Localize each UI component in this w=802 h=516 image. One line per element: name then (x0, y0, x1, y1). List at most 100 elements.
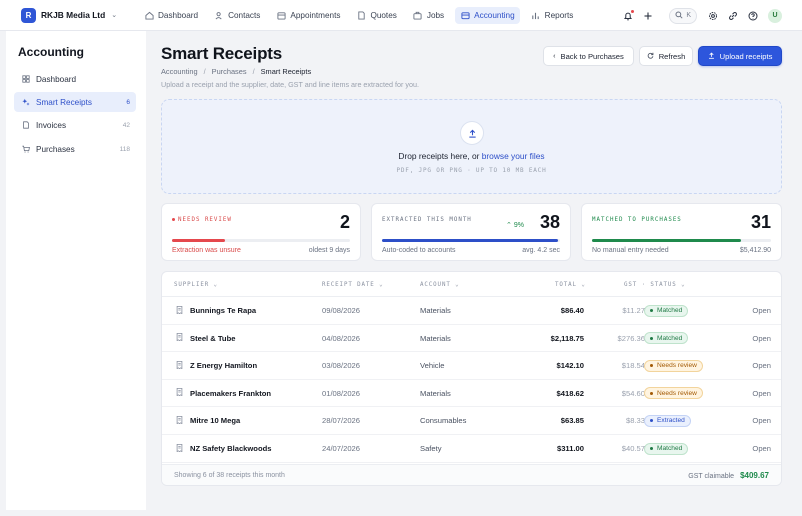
header-separator: · (641, 282, 646, 288)
sidebar-title: Accounting (18, 45, 84, 59)
column-header-supplier[interactable]: SUPPLIER ⌄ (174, 282, 218, 288)
cell-total: $311.00 (556, 444, 584, 453)
cell-date: 24/07/2026 (322, 444, 361, 453)
status-badge: Matched (644, 304, 689, 317)
stat-progress-fill (382, 239, 559, 242)
supplier-name[interactable]: Bunnings Te Rapa (190, 306, 256, 315)
notifications-bell-icon[interactable] (621, 9, 635, 23)
settings-gear-icon[interactable] (706, 9, 720, 23)
status-label: Matched (657, 445, 683, 452)
nav-label: Appointments (290, 10, 341, 20)
sidebar-item-purchases[interactable]: Purchases 118 (14, 139, 136, 159)
help-icon[interactable] (746, 9, 760, 23)
button-label: Upload receipts (719, 51, 773, 61)
gst-claimable-value: $409.67 (740, 471, 769, 480)
table-row[interactable]: Placemakers Frankton 01/08/2026 Materials $… (162, 380, 781, 408)
table-row[interactable]: NZ Safety Blackwoods 24/07/2026 Safety $311… (162, 435, 781, 463)
breadcrumb-accounting[interactable]: Accounting (161, 67, 198, 76)
refresh-button[interactable]: Refresh (639, 46, 693, 66)
breadcrumb: Accounting / Purchases / Smart Receipts (161, 67, 311, 76)
sort-icon: ⌄ (681, 282, 686, 288)
status-badge: Needs review (644, 359, 703, 372)
open-receipt-link[interactable]: Open (722, 380, 771, 407)
cell-supplier: NZ Safety Blackwoods (176, 435, 316, 462)
open-receipt-link[interactable]: Open (722, 325, 771, 352)
link-icon[interactable] (726, 9, 740, 23)
browse-files-link[interactable]: browse your files (482, 151, 545, 161)
stat-progress-fill (592, 239, 741, 242)
cell-total: $86.40 (560, 306, 584, 315)
chevron-down-icon: ⌄ (111, 12, 118, 19)
stat-value: 31 (750, 212, 771, 232)
sort-icon: ⌄ (213, 282, 218, 288)
plus-icon[interactable] (641, 9, 655, 23)
stat-meta: $5,412.90 (739, 247, 771, 254)
org-switcher[interactable]: R RKJB Media Ltd ⌄ (21, 7, 139, 23)
nav-quotes[interactable]: Quotes (351, 7, 401, 24)
stat-meta: avg. 4.2 sec (522, 247, 560, 254)
sidebar-item-invoices[interactable]: Invoices 42 (14, 115, 136, 135)
breadcrumb-purchases[interactable]: Purchases (212, 67, 247, 76)
upload-receipts-button[interactable]: Upload receipts (698, 46, 782, 66)
sidebar-item-smart-receipts[interactable]: Smart Receipts 6 (14, 92, 136, 112)
status-dot-icon (172, 218, 175, 221)
user-avatar[interactable]: U (768, 8, 782, 23)
nav-accounting[interactable]: Accounting (455, 6, 520, 24)
nav-jobs[interactable]: Jobs (408, 7, 449, 24)
stat-progress-fill (172, 239, 226, 242)
nav-label: Quotes (370, 10, 397, 20)
open-receipt-link[interactable]: Open (722, 435, 771, 462)
nav-appointments[interactable]: Appointments (271, 7, 345, 24)
sparkle-icon (21, 98, 31, 106)
sidebar-item-label: Smart Receipts (36, 97, 92, 107)
stat-progress-track (592, 239, 771, 242)
nav-dashboard[interactable]: Dashboard (139, 7, 203, 24)
cell-date: 09/08/2026 (322, 306, 361, 315)
nav-contacts[interactable]: Contacts (209, 7, 265, 24)
org-logo: R (21, 7, 36, 23)
open-receipt-link[interactable]: Open (722, 297, 771, 324)
grid-icon (21, 75, 31, 83)
sidebar: Accounting Dashboard Smart Receipts 6 In… (6, 31, 146, 510)
nav-reports[interactable]: Reports (526, 7, 579, 24)
trend-up-icon: ⌃ (506, 222, 512, 229)
nav-label: Reports (544, 10, 574, 20)
sidebar-item-label: Purchases (36, 144, 75, 154)
open-receipt-link[interactable]: Open (722, 352, 771, 379)
stat-delta-value: 9% (513, 222, 524, 229)
cell-account: Vehicle (420, 361, 445, 371)
receipt-dropzone[interactable]: Drop receipts here, or browse your files… (161, 99, 782, 194)
calendar-icon (276, 10, 286, 20)
column-header-gst[interactable]: GST · STATUS ⌄ (624, 282, 685, 288)
supplier-name[interactable]: Z Energy Hamilton (190, 361, 257, 370)
nav-label: Jobs (426, 10, 445, 20)
column-header-label: RECEIPT DATE (322, 282, 375, 288)
supplier-name[interactable]: Steel & Tube (190, 334, 235, 343)
table-row[interactable]: Steel & Tube 04/08/2026 Materials $2,118.75… (162, 325, 781, 353)
search-icon (675, 10, 683, 21)
table-row[interactable]: Mitre 10 Mega 28/07/2026 Consumables $63.85… (162, 407, 781, 435)
breadcrumb-separator: / (252, 67, 255, 76)
sidebar-item-dashboard[interactable]: Dashboard (14, 69, 136, 89)
contacts-icon (214, 10, 224, 20)
nav-label: Contacts (228, 10, 261, 20)
back-to-purchases-button[interactable]: ‹ Back to Purchases (543, 46, 634, 66)
refresh-icon (647, 52, 654, 61)
status-label: Matched (657, 307, 683, 314)
column-header-total[interactable]: TOTAL ⌄ (555, 282, 586, 288)
supplier-name[interactable]: Mitre 10 Mega (190, 416, 240, 425)
table-row[interactable]: Z Energy Hamilton 03/08/2026 Vehicle $142.1… (162, 352, 781, 380)
status-label: Needs review (657, 389, 697, 397)
open-receipt-link[interactable]: Open (722, 407, 771, 434)
table-row[interactable]: Bunnings Te Rapa 09/08/2026 Materials $86.4… (162, 297, 781, 325)
status-dot-icon (650, 391, 653, 395)
page-subtitle: Upload a receipt and the supplier, date,… (161, 80, 419, 89)
supplier-name[interactable]: Placemakers Frankton (190, 389, 271, 398)
cell-account: Materials (420, 333, 451, 343)
sort-icon: ⌄ (455, 282, 460, 288)
supplier-name[interactable]: NZ Safety Blackwoods (190, 444, 271, 453)
column-header-date[interactable]: RECEIPT DATE ⌄ (322, 282, 383, 288)
receipt-icon (176, 305, 183, 316)
column-header-account[interactable]: ACCOUNT ⌄ (420, 282, 460, 288)
search-button[interactable]: K (669, 7, 697, 24)
